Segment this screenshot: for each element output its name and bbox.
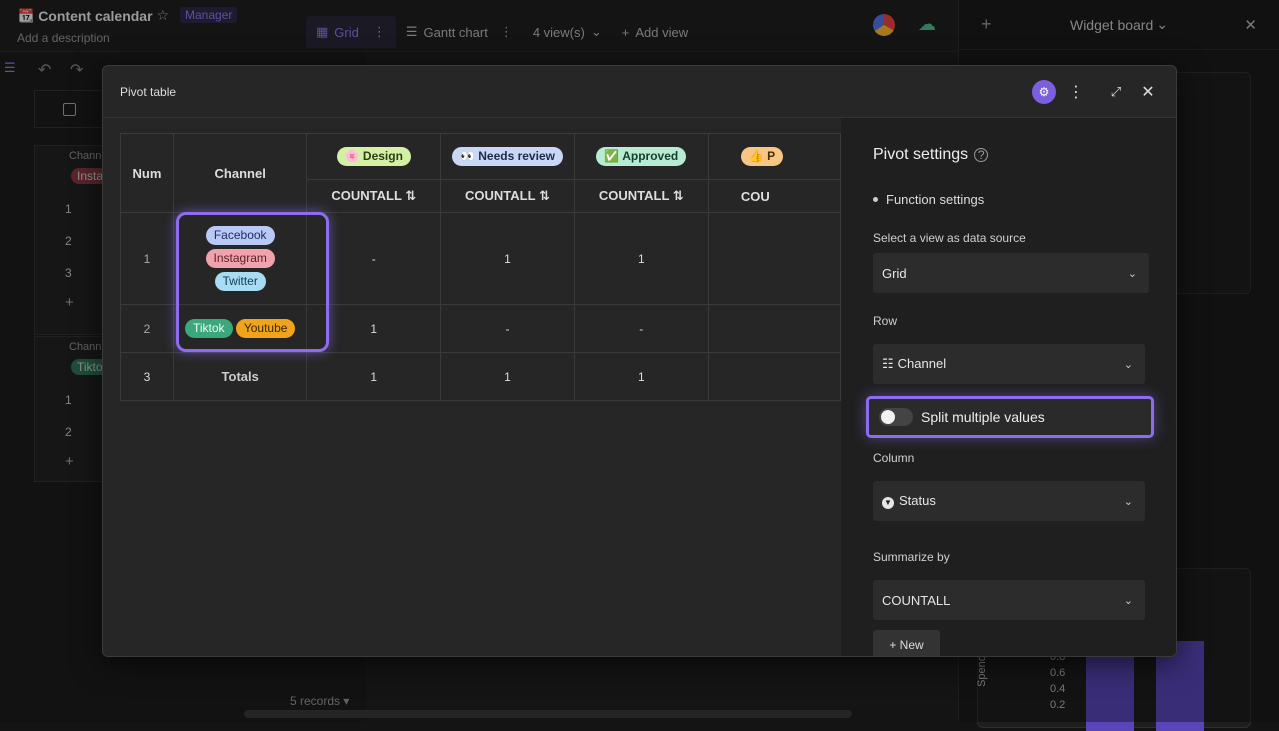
split-label: Split multiple values xyxy=(921,409,1045,425)
value-cell[interactable]: - xyxy=(440,304,575,353)
close-modal-button[interactable]: ✕ xyxy=(1136,80,1160,104)
header-status-design: 🌸 Design xyxy=(306,133,442,180)
agg-header[interactable]: COUNTALL ⇅ xyxy=(573,179,709,213)
modal-title: Pivot table xyxy=(120,85,177,99)
agg-label: COUNTALL xyxy=(331,188,402,203)
status-icon: ▼ xyxy=(882,496,894,509)
row-select[interactable]: ☷ Channel ⌄ xyxy=(873,344,1145,384)
row-label: Row xyxy=(873,314,898,328)
total-cell: 1 xyxy=(306,352,442,401)
status-pill-approved: ✅ Approved xyxy=(596,147,687,166)
pivot-table-container: Num Channel 🌸 Design 👀 Needs review ✅ Ap… xyxy=(120,133,841,403)
totals-label: Totals xyxy=(172,352,308,401)
summarize-select[interactable]: COUNTALL ⌄ xyxy=(873,580,1145,620)
pivot-settings-title-text: Pivot settings xyxy=(873,146,969,163)
pivot-table-modal: Pivot table ⚙ ⋮ ⤢ ✕ Num Channel 🌸 Design… xyxy=(102,65,1177,657)
agg-header[interactable]: COUNTALL ⇅ xyxy=(440,179,575,213)
eyes-icon: 👀 xyxy=(459,149,475,163)
status-label: Approved xyxy=(622,149,679,163)
status-pill-review: 👀 Needs review xyxy=(451,147,563,166)
more-options-button[interactable]: ⋮ xyxy=(1064,80,1088,104)
summarize-label: Summarize by xyxy=(873,550,950,564)
value-cell[interactable]: 1 xyxy=(573,212,709,305)
status-label: P xyxy=(767,149,776,163)
expand-button[interactable]: ⤢ xyxy=(1104,80,1128,104)
header-status-approved: ✅ Approved xyxy=(573,133,709,180)
flower-icon: 🌸 xyxy=(344,149,360,163)
column-label: Column xyxy=(873,451,915,465)
agg-header[interactable]: COUNTALL ⇅ xyxy=(306,179,442,213)
agg-label: COUNTALL xyxy=(598,188,670,203)
settings-gear-button[interactable]: ⚙ xyxy=(1032,80,1056,104)
pivot-settings-panel: Pivot settings ? Function settings Selec… xyxy=(841,118,1176,656)
row-value: Channel xyxy=(897,356,947,371)
agg-label: COUNTALL xyxy=(465,188,536,203)
chevron-down-icon: ⌄ xyxy=(1123,358,1133,371)
thumbs-up-icon: 👍 xyxy=(748,149,764,163)
pivot-settings-title: Pivot settings ? xyxy=(873,146,989,164)
data-source-label: Select a view as data source xyxy=(873,231,1026,245)
function-settings-label: Function settings xyxy=(886,192,985,207)
header-num[interactable]: Num xyxy=(120,133,174,213)
status-pill-published: 👍 P xyxy=(740,147,784,166)
header-status-review: 👀 Needs review xyxy=(440,133,575,180)
help-icon[interactable]: ? xyxy=(974,148,989,162)
channel-highlight xyxy=(176,212,329,352)
function-settings-section[interactable]: Function settings xyxy=(873,192,984,207)
row-num: 2 xyxy=(120,304,174,353)
column-select[interactable]: ▼ Status ⌄ xyxy=(873,481,1145,521)
column-value: Status xyxy=(899,493,936,509)
value-cell[interactable] xyxy=(707,304,841,353)
data-source-value: Grid xyxy=(882,265,907,281)
split-toggle[interactable] xyxy=(879,408,913,426)
chevron-down-icon: ⌄ xyxy=(1123,495,1133,508)
data-source-select[interactable]: Grid ⌄ xyxy=(873,253,1149,293)
chevron-down-icon: ⌄ xyxy=(1123,594,1133,607)
agg-header[interactable]: COU xyxy=(707,179,841,213)
status-pill-design: 🌸 Design xyxy=(336,147,411,166)
total-cell: 1 xyxy=(573,352,709,401)
header-channel[interactable]: Channel xyxy=(172,133,308,213)
chevron-down-icon: ⌄ xyxy=(1127,267,1137,280)
check-icon: ✅ xyxy=(604,149,620,163)
new-button[interactable]: + New xyxy=(873,630,940,656)
row-num: 1 xyxy=(120,212,174,305)
value-cell[interactable]: 1 xyxy=(440,212,575,305)
sort-icon[interactable]: ⇅ xyxy=(405,188,416,203)
split-values-option[interactable]: Split multiple values xyxy=(866,396,1154,438)
bullet-icon xyxy=(873,197,878,202)
agg-label: COU xyxy=(740,188,770,204)
total-cell: 1 xyxy=(440,352,575,401)
status-label: Needs review xyxy=(478,149,555,163)
value-cell[interactable]: - xyxy=(573,304,709,353)
value-cell[interactable] xyxy=(707,212,841,305)
status-label: Design xyxy=(362,149,403,163)
header-status-published: 👍 P xyxy=(707,133,841,180)
modal-header: Pivot table ⚙ ⋮ ⤢ ✕ xyxy=(103,66,1176,118)
summarize-value: COUNTALL xyxy=(882,592,951,608)
sort-icon[interactable]: ⇅ xyxy=(539,188,550,203)
sort-icon[interactable]: ⇅ xyxy=(673,188,684,203)
list-icon: ☷ xyxy=(882,356,894,371)
total-cell xyxy=(707,352,841,401)
row-num: 3 xyxy=(120,352,174,401)
